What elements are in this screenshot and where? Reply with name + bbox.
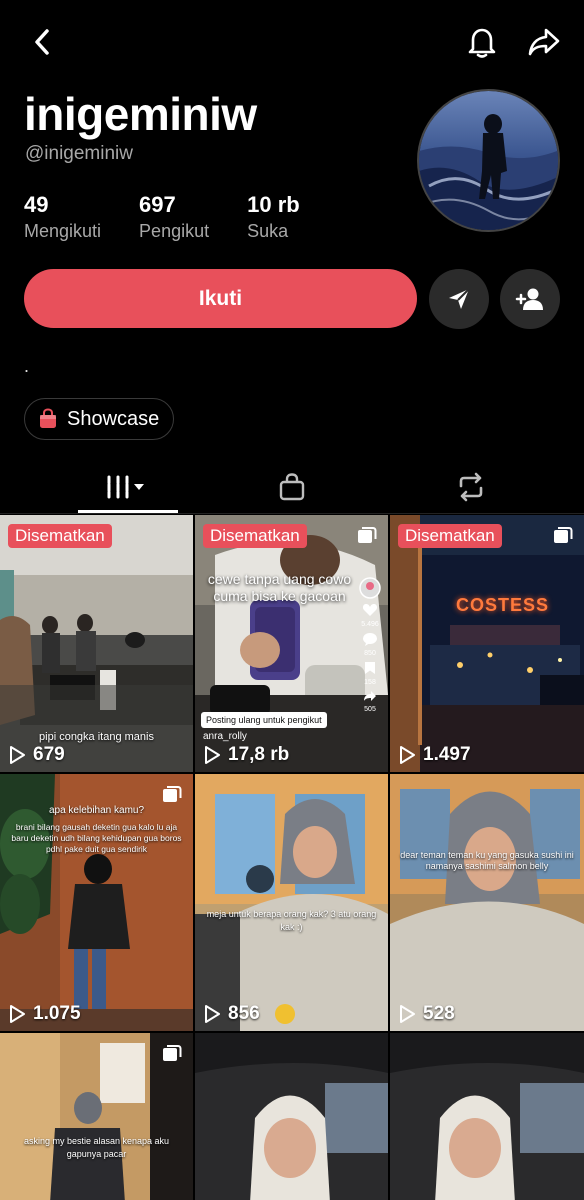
view-count: 1.497 — [398, 744, 471, 766]
video-overlay-text: cewe tanpa uang cowo cuma bisa ke gacoan — [207, 571, 352, 604]
view-count-value: 1.075 — [33, 1003, 81, 1024]
chevron-left-icon — [35, 29, 49, 55]
multi-video-icon — [552, 525, 574, 545]
multi-video-icon — [161, 1043, 183, 1063]
stat-followers-value: 697 — [139, 192, 176, 217]
avatar-image — [419, 91, 558, 230]
video-caption: pipi congka itang manis — [39, 731, 154, 743]
video-author: anra_rolly — [203, 731, 247, 742]
creator-avatar-icon — [359, 577, 381, 599]
stat-likes-value: 10 rb — [247, 192, 300, 217]
video-grid: Disematkan pipi congka itang manis 679 D… — [0, 515, 584, 1200]
shares-count: 505 — [364, 706, 376, 713]
send-icon — [449, 288, 470, 309]
play-icon — [10, 746, 25, 764]
video-tile[interactable]: Disematkan COSTESS 1.497 — [390, 515, 584, 772]
multi-video-icon — [161, 784, 183, 804]
follow-button[interactable]: Ikuti — [24, 269, 417, 328]
share-arrow-icon — [364, 691, 376, 701]
video-tile[interactable]: apa kelebihan kamu? brani bilang gausah … — [0, 774, 193, 1031]
top-bar — [0, 0, 584, 84]
bell-icon — [468, 28, 496, 58]
tab-videos[interactable] — [78, 460, 178, 514]
video-overlay-text: dear teman teman ku yang gasuka sushi in… — [400, 850, 574, 871]
view-count-value: 856 — [228, 1003, 260, 1024]
play-icon — [205, 1005, 220, 1023]
view-count: 679 — [8, 744, 65, 766]
stat-likes-label: Suka — [247, 221, 289, 241]
heart-icon — [362, 604, 378, 616]
content-tabs — [0, 460, 584, 514]
stat-following-value: 49 — [24, 192, 49, 217]
stat-likes[interactable]: 10 rb Suka — [247, 192, 300, 242]
video-tile[interactable] — [390, 1033, 584, 1200]
video-side-actions: 5.496 850 158 505 — [358, 577, 382, 713]
profile-handle: @inigeminiw — [25, 143, 133, 164]
repost-icon — [459, 472, 483, 502]
view-count: 17,8 rb — [203, 744, 289, 766]
message-button[interactable] — [429, 269, 489, 329]
video-tile[interactable]: Disematkan cewe tanpa uang cowo cuma bis… — [195, 515, 388, 772]
profile-bio: . — [24, 356, 30, 376]
video-tile[interactable] — [195, 1033, 388, 1200]
comment-icon — [363, 633, 377, 646]
add-friend-button[interactable] — [500, 269, 560, 329]
video-thumbnail — [390, 515, 584, 772]
pinned-badge: Disematkan — [8, 524, 112, 548]
bookmark-icon — [365, 662, 375, 674]
video-tile[interactable]: meja untuk berapa orang kak? 3 atu orang… — [195, 774, 388, 1031]
video-thumbnail — [390, 774, 584, 1031]
share-button[interactable] — [522, 20, 566, 64]
video-thumbnail — [390, 1033, 584, 1200]
view-count-value: 1.497 — [423, 744, 471, 765]
likes-count: 5.496 — [361, 621, 379, 628]
video-thumbnail — [195, 774, 388, 1031]
share-arrow-icon — [528, 28, 560, 56]
video-tile[interactable]: asking my bestie alasan kenapa aku gapun… — [0, 1033, 193, 1200]
pinned-badge: Disematkan — [203, 524, 307, 548]
video-overlay-text: meja untuk berapa orang kak? 3 atu orang… — [206, 909, 377, 932]
view-count: 1.075 — [8, 1003, 81, 1025]
back-button[interactable] — [22, 22, 62, 62]
view-count: 528 — [398, 1003, 455, 1025]
active-tab-indicator — [78, 510, 178, 513]
profile-username: inigeminiw — [24, 88, 257, 140]
showcase-button[interactable]: Showcase — [24, 398, 175, 440]
comments-count: 850 — [364, 650, 376, 657]
video-overlay-title: apa kelebihan kamu? — [48, 805, 145, 816]
avatar[interactable] — [417, 89, 560, 232]
profile-stats: 49 Mengikuti 697 Pengikut 10 rb Suka — [24, 192, 338, 242]
add-user-icon — [515, 288, 543, 310]
video-thumbnail — [195, 1033, 388, 1200]
play-icon — [205, 746, 220, 764]
play-icon — [10, 1005, 25, 1023]
stat-following-label: Mengikuti — [24, 221, 102, 241]
shopping-bag-icon — [279, 473, 305, 501]
neon-sign-text: COSTESS — [456, 595, 550, 615]
tab-shop[interactable] — [262, 460, 322, 514]
video-tile[interactable]: dear teman teman ku yang gasuka sushi in… — [390, 774, 584, 1031]
pinned-badge: Disematkan — [398, 524, 502, 548]
shopping-bag-icon — [40, 408, 56, 428]
grid-icon — [107, 475, 144, 499]
video-overlay-text: asking my bestie alasan kenapa aku gapun… — [23, 1136, 170, 1159]
repost-tag: Posting ulang untuk pengikut — [201, 712, 327, 728]
view-count: 856 — [203, 1003, 260, 1025]
showcase-label: Showcase — [67, 407, 160, 430]
multi-video-icon — [356, 525, 378, 545]
play-icon — [400, 1005, 415, 1023]
stat-following[interactable]: 49 Mengikuti — [24, 192, 101, 242]
video-tile[interactable]: Disematkan pipi congka itang manis 679 — [0, 515, 193, 772]
play-icon — [400, 746, 415, 764]
saves-count: 158 — [364, 679, 376, 686]
view-count-value: 528 — [423, 1003, 455, 1024]
notification-button[interactable] — [460, 20, 504, 64]
tab-reposts[interactable] — [441, 460, 501, 514]
view-count-value: 679 — [33, 744, 65, 765]
video-overlay-text: brani bilang gausah deketin gua kalo lu … — [11, 822, 182, 854]
stat-followers-label: Pengikut — [139, 221, 210, 241]
stat-followers[interactable]: 697 Pengikut — [139, 192, 209, 242]
view-count-value: 17,8 rb — [228, 744, 290, 765]
